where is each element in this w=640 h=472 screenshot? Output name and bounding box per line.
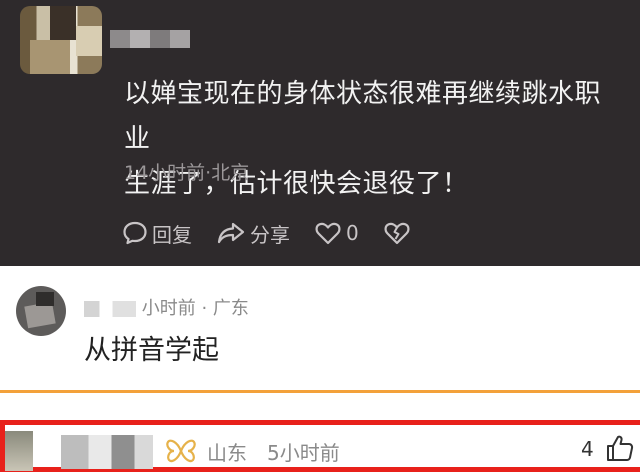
share-label: 分享 xyxy=(250,222,290,247)
avatar-mosaic-block xyxy=(36,292,54,306)
username-blurred[interactable] xyxy=(110,30,190,48)
heart-icon xyxy=(315,222,341,245)
avatar[interactable] xyxy=(5,431,33,471)
comment-location: 山东 xyxy=(207,441,247,465)
comment-text: 以婵宝现在的身体状态很难再继续跳水职业 生涯了，估计很快会退役了！ xyxy=(124,72,624,207)
comment-text-line: 以婵宝现在的身体状态很难再继续跳水职业 xyxy=(124,79,602,154)
like-count: 0 xyxy=(346,221,359,245)
highlighted-comment-row: 山东 5小时前 4 xyxy=(0,420,640,472)
comment-meta: 14小时前·北京 xyxy=(124,162,250,184)
speech-bubble-icon xyxy=(123,221,147,245)
vip-badge-icon xyxy=(166,439,196,463)
avatar-mosaic-block xyxy=(30,40,70,74)
avatar[interactable] xyxy=(20,6,102,74)
broken-heart-icon xyxy=(384,222,410,245)
like-button[interactable]: 0 xyxy=(314,220,359,246)
comment-time: 5小时前 xyxy=(267,441,340,465)
comment-meta: 小时前 · 广东 xyxy=(84,294,249,320)
avatar-mosaic-block xyxy=(76,26,102,56)
reply-label: 回复 xyxy=(152,222,192,247)
reply-button[interactable]: 回复 xyxy=(122,219,192,248)
username-blurred[interactable] xyxy=(84,301,136,317)
dark-comment-card: 以婵宝现在的身体状态很难再继续跳水职业 生涯了，估计很快会退役了！ 14小时前·… xyxy=(0,0,640,266)
avatar-mosaic-block xyxy=(50,6,76,40)
avatar[interactable] xyxy=(16,286,66,336)
divider xyxy=(0,390,640,393)
comment-actions: 回复 分享 0 xyxy=(122,218,439,248)
comment-meta-text: 小时前 · 广东 xyxy=(141,298,249,319)
share-button[interactable]: 分享 xyxy=(216,219,290,248)
dislike-button[interactable] xyxy=(383,220,415,246)
share-arrow-icon xyxy=(217,222,245,244)
username-blurred[interactable] xyxy=(61,435,153,469)
comment-text: 从拼音学起 xyxy=(84,335,219,366)
light-comment-card: 小时前 · 广东 从拼音学起 xyxy=(0,284,640,388)
like-count: 4 xyxy=(581,437,594,461)
thumbs-up-icon[interactable] xyxy=(605,433,635,463)
